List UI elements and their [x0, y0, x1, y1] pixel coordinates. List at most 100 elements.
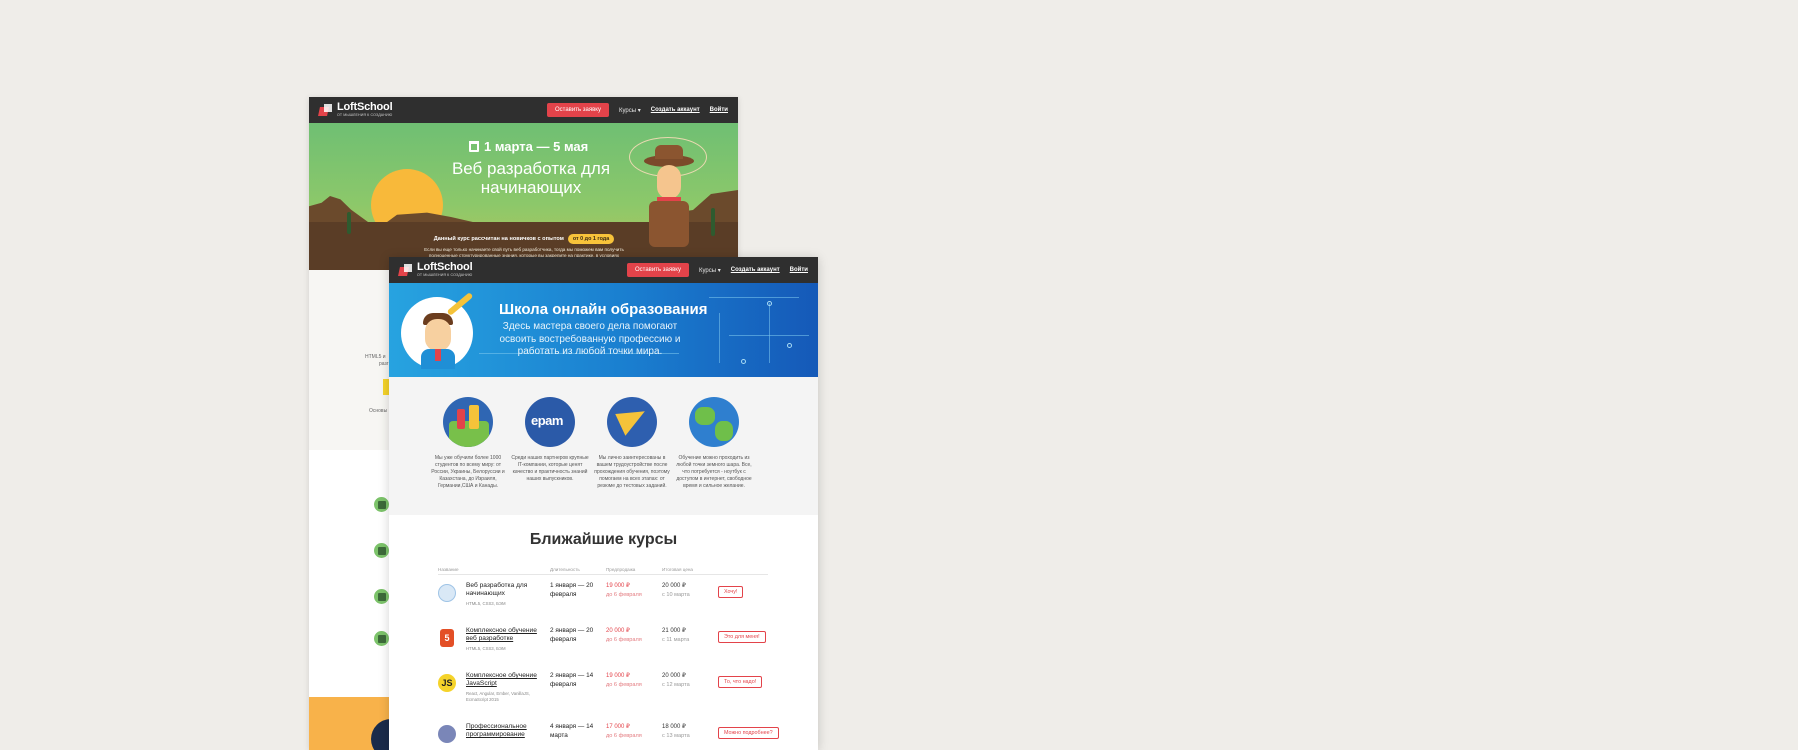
feature-icon [374, 543, 389, 558]
login-link[interactable]: Войти [790, 267, 808, 273]
logo[interactable]: LoftSchool от мышления к созданию [319, 101, 393, 118]
course-tags: React, Angular, Ember, VanillaJS, EcmaSc… [466, 691, 530, 702]
apply-button[interactable]: Оставить заявку [627, 263, 689, 277]
presale-until: до 6 февраля [606, 591, 642, 598]
front-page-mockup: LoftSchool от мышления к созданию Остави… [389, 257, 818, 750]
cactus-icon [711, 208, 715, 236]
table-row: Профессиональное программирование 4 янва… [438, 723, 798, 750]
circuit-node [767, 301, 772, 306]
course-tags: HTML5, CSS3, БЭМ [466, 601, 506, 606]
course-name[interactable]: Профессиональное программирование [466, 723, 546, 739]
circuit-node [741, 359, 746, 364]
course-duration: 4 января — 14 марта [550, 723, 594, 739]
logo-name: LoftSchool [337, 101, 393, 114]
column-header: Предпродажа [606, 567, 636, 572]
circuit-line [769, 303, 770, 363]
presale-price: 19 000 ₽ [606, 673, 630, 679]
hero-subtitle: Здесь мастера своего дела помогают освои… [499, 321, 681, 357]
logo-tagline: от мышления к созданию [417, 273, 473, 278]
table-row: Веб разработка для начинающих HTML5, CSS… [438, 582, 798, 626]
presale-block: 17 000 ₽ до 6 февраля [606, 723, 642, 740]
html5-icon: 5 [440, 629, 454, 647]
logo-name: LoftSchool [417, 261, 473, 274]
table-header: Название Длительность Предпродажа Итогов… [438, 567, 768, 575]
final-price-block: 18 000 ₽ с 13 марта [662, 723, 690, 740]
login-link[interactable]: Войти [710, 107, 728, 113]
feature-card: Мы лично заинтересованы в вашем трудоуст… [593, 397, 671, 490]
hero-banner: 1 марта — 5 мая Веб разработка для начин… [309, 123, 738, 270]
enroll-button[interactable]: Хочу! [718, 586, 744, 598]
wrench-icon [446, 292, 474, 316]
cowboy-body [649, 201, 689, 247]
courses-section: Ближайшие курсы Название Длительность Пр… [389, 515, 818, 750]
feature-icon [374, 589, 389, 604]
feature-text: Мы лично заинтересованы в вашем трудоуст… [594, 455, 670, 489]
column-header: Название [438, 567, 459, 572]
course-name[interactable]: Комплексное обучение веб разработке [466, 627, 546, 643]
course-duration: 2 января — 14 февраля [550, 672, 594, 688]
course-duration: 1 января — 20 февраля [550, 582, 594, 598]
final-from: с 10 марта [662, 591, 690, 598]
feature-text: Обучение можно проходить из любой точки … [676, 455, 752, 489]
cowboy-face [657, 165, 681, 199]
final-from: с 13 марта [662, 732, 690, 739]
presale-until: до 6 февраля [606, 636, 642, 643]
final-price: 20 000 ₽ [662, 673, 686, 679]
final-from: с 12 марта [662, 681, 690, 688]
hero-banner: Школа онлайн образования Здесь мастера с… [389, 283, 818, 377]
paper-plane-icon [607, 397, 657, 447]
course-name[interactable]: Комплексное обучение JavaScript [466, 672, 546, 688]
register-link[interactable]: Создать аккаунт [651, 107, 700, 113]
experience-note: Данный курс рассчитан на новичков с опыт… [433, 236, 564, 242]
final-price: 21 000 ₽ [662, 628, 686, 634]
logo[interactable]: LoftSchool от мышления к созданию [399, 261, 473, 278]
mascot-icon [438, 584, 456, 602]
final-price-block: 20 000 ₽ с 10 марта [662, 582, 690, 599]
experience-pill: от 0 до 1 года [567, 234, 615, 244]
courses-menu[interactable]: Курсы ▾ [619, 107, 641, 114]
globe-icon [689, 397, 739, 447]
final-price-block: 20 000 ₽ с 12 марта [662, 672, 690, 689]
feature-icon [374, 497, 389, 512]
city-icon [443, 397, 493, 447]
apply-button[interactable]: Оставить заявку [547, 103, 609, 117]
text-fragment: разг [379, 361, 389, 367]
js-icon: JS [438, 674, 456, 692]
enroll-button[interactable]: Можно подробнее? [718, 727, 779, 739]
course-dates: 1 марта — 5 мая [469, 139, 588, 154]
epam-logo-text: epam [531, 413, 563, 428]
presale-until: до 6 февраля [606, 732, 642, 739]
enroll-button[interactable]: То, что надо! [718, 676, 763, 688]
courses-heading: Ближайшие курсы [529, 531, 678, 548]
hero-title: Школа онлайн образования [499, 301, 708, 318]
column-header: Итоговая цена [662, 567, 693, 572]
column-header: Длительность [550, 567, 580, 572]
logo-icon [319, 104, 333, 116]
mascot-tie [435, 349, 441, 361]
cactus-icon [347, 212, 351, 234]
text-fragment: Основы [369, 408, 388, 414]
presale-until: до 6 февраля [606, 681, 642, 688]
enroll-button[interactable]: Это для меня! [718, 631, 766, 643]
cowboy-illustration [629, 137, 709, 270]
presale-block: 19 000 ₽ до 6 февраля [606, 582, 642, 599]
table-row: 5 Комплексное обучение веб разработке HT… [438, 627, 798, 671]
course-name[interactable]: Веб разработка для начинающих [466, 582, 546, 598]
course-duration: 2 января — 20 февраля [550, 627, 594, 643]
logo-icon [399, 264, 413, 276]
courses-menu[interactable]: Курсы ▾ [699, 267, 721, 274]
presale-price: 20 000 ₽ [606, 628, 630, 634]
feature-text: Мы уже обучили более 1000 студентов по в… [431, 455, 505, 489]
table-row: JS Комплексное обучение JavaScript React… [438, 672, 798, 716]
text-fragment: HTML5 и [365, 354, 386, 360]
register-link[interactable]: Создать аккаунт [731, 267, 780, 273]
date-text: 1 марта — 5 мая [484, 139, 589, 154]
feature-icon [374, 631, 389, 646]
circuit-line [719, 313, 720, 363]
php-icon [438, 725, 456, 743]
logo-tagline: от мышления к созданию [337, 113, 393, 118]
final-price: 20 000 ₽ [662, 583, 686, 589]
presale-block: 20 000 ₽ до 6 февраля [606, 627, 642, 644]
hero-title: Веб разработка для начинающих [451, 159, 611, 197]
course-tags: HTML5, CSS3, БЭМ [466, 646, 506, 651]
